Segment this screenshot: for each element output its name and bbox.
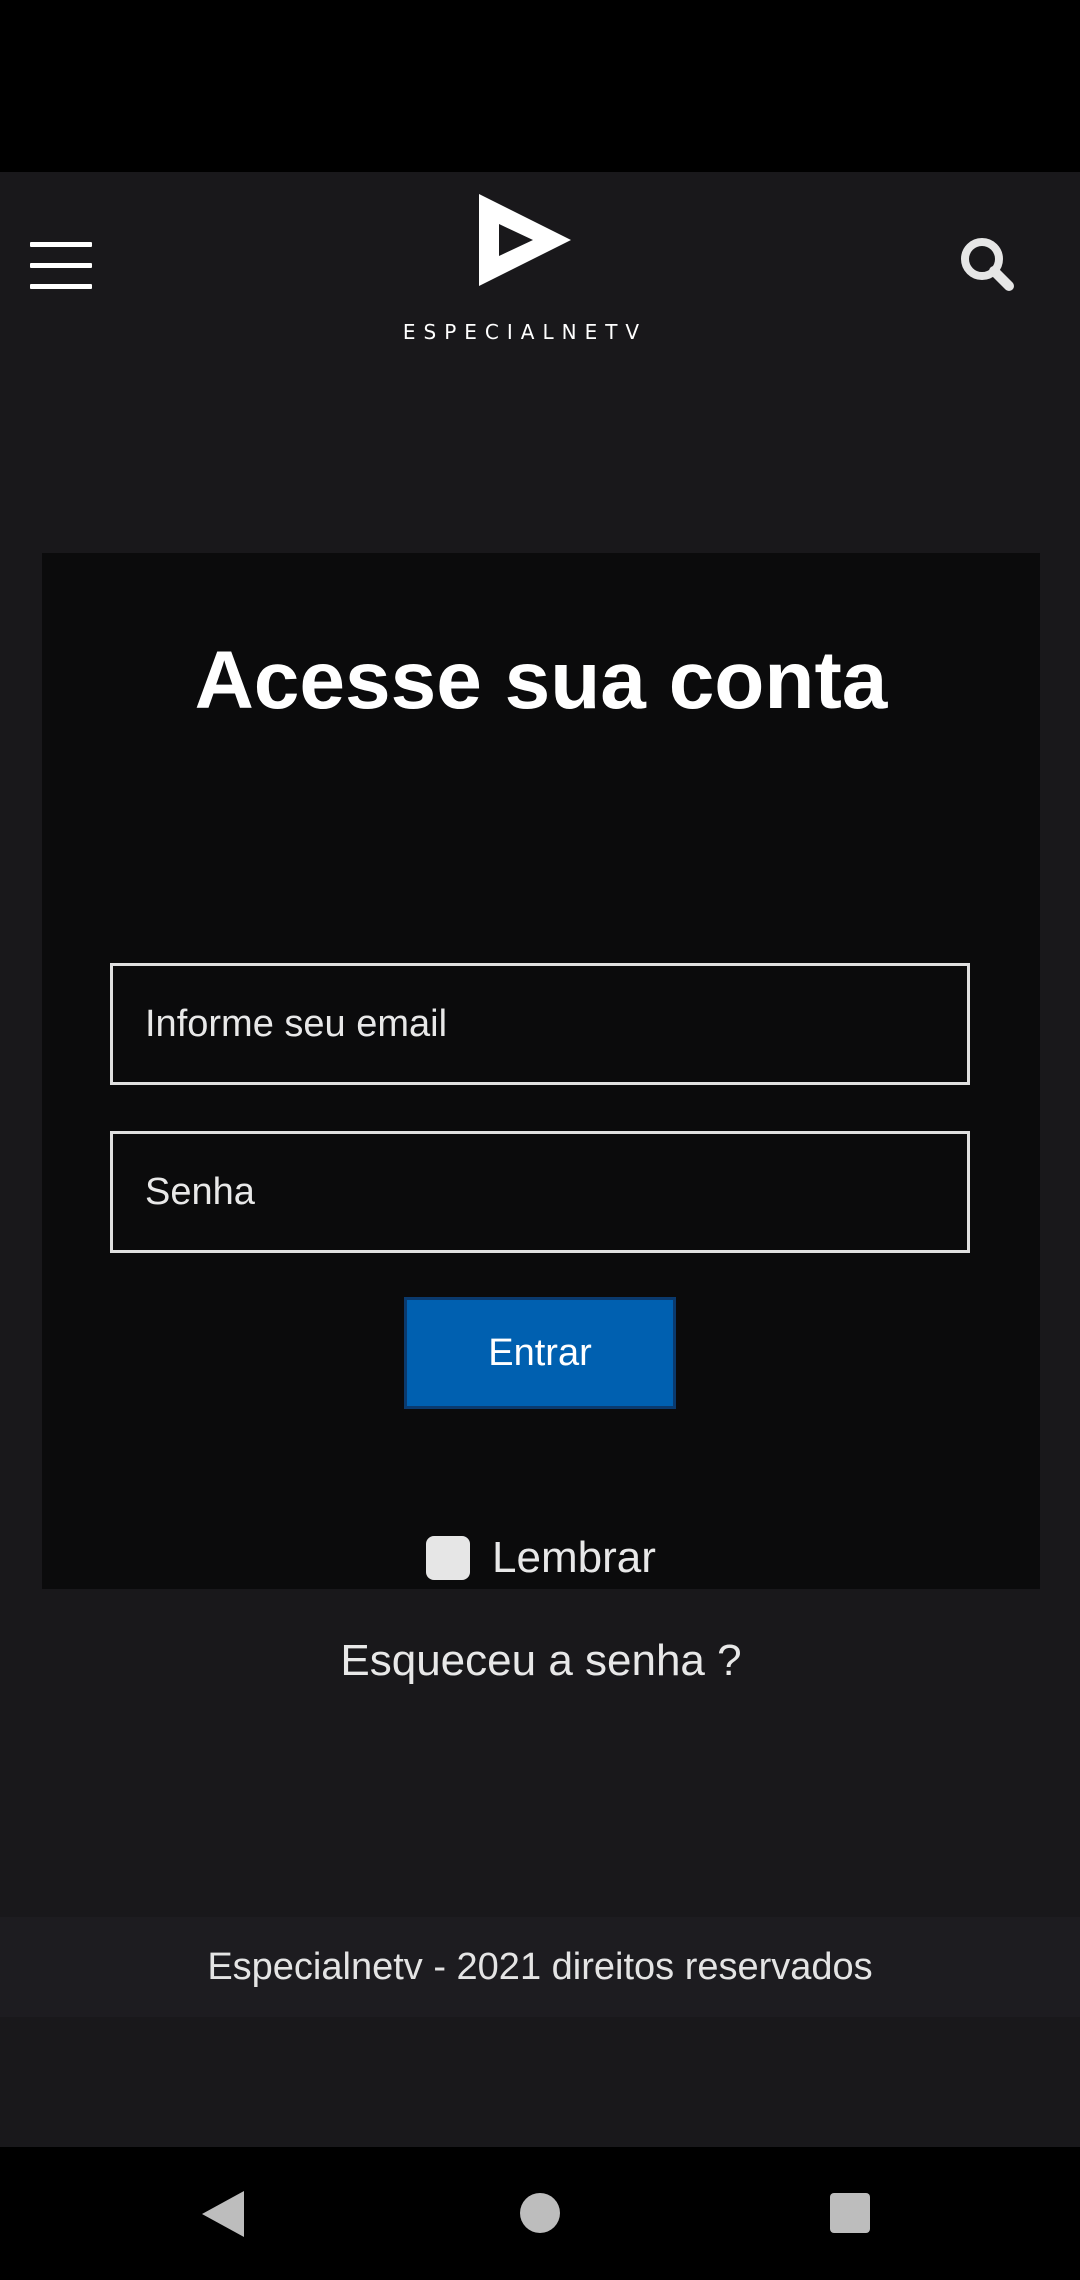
search-icon[interactable]	[955, 232, 1019, 296]
page-title: Acesse sua conta	[194, 635, 888, 726]
system-nav-bar	[0, 2147, 1080, 2280]
login-button[interactable]: Entrar	[404, 1297, 676, 1409]
remember-me: Lembrar	[42, 1528, 1040, 1588]
footer: Especialnetv - 2021 direitos reservados	[0, 1917, 1080, 2017]
status-bar	[0, 0, 1080, 172]
remember-label[interactable]: Lembrar	[492, 1528, 656, 1588]
login-card: Acesse sua conta Entrar Lembrar Esqueceu…	[42, 553, 1040, 1685]
hamburger-menu-icon[interactable]	[30, 242, 92, 290]
recents-square-icon[interactable]	[830, 2193, 870, 2233]
play-logo-icon	[479, 194, 571, 286]
app-screen: ESPECIALNETV Acesse sua conta Entrar Lem…	[0, 172, 1080, 2147]
forgot-password-link[interactable]: Esqueceu a senha ?	[42, 1631, 1040, 1691]
brand-name: ESPECIALNETV	[402, 320, 648, 344]
back-triangle-icon[interactable]	[200, 2189, 246, 2239]
footer-copyright: Especialnetv - 2021 direitos reservados	[207, 1946, 873, 1988]
brand-logo[interactable]: ESPECIALNETV	[400, 194, 650, 342]
top-header: ESPECIALNETV	[0, 172, 1080, 372]
password-field[interactable]	[110, 1131, 970, 1253]
email-field[interactable]	[110, 963, 970, 1085]
remember-checkbox[interactable]	[426, 1536, 470, 1580]
home-circle-icon[interactable]	[520, 2193, 560, 2233]
